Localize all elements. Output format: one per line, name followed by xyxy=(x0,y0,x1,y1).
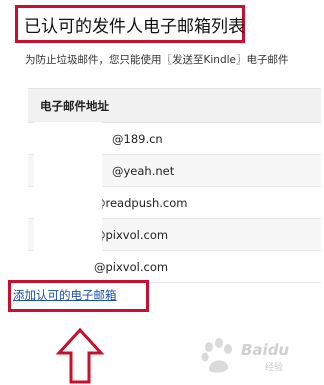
email-address: @189.cn xyxy=(112,131,163,146)
email-address: @pixvol.com xyxy=(94,227,169,242)
baidu-watermark: Baidu 经验 xyxy=(195,333,320,377)
email-address: @pixvol.com xyxy=(94,259,169,274)
up-arrow-icon xyxy=(55,327,105,384)
table-row: @pixvol.com xyxy=(28,251,321,283)
add-approved-email-link[interactable]: 添加认可的电子邮箱 xyxy=(13,287,117,303)
redaction-mask xyxy=(34,122,102,254)
watermark-brand: Baidu xyxy=(241,341,290,359)
email-column-header: 电子邮件地址 xyxy=(40,98,109,113)
watermark-sub: 经验 xyxy=(265,363,284,373)
paw-icon xyxy=(201,338,232,373)
email-address: @readpush.com xyxy=(94,195,188,210)
page-description: 为防止垃圾邮件，您只能使用〖发送至Kindle〗电子邮件 xyxy=(25,54,289,66)
table-header: 电子邮件地址 xyxy=(28,89,321,123)
page-title: 已认可的发件人电子邮箱列表 xyxy=(24,17,245,37)
email-address: @yeah.net xyxy=(112,163,175,178)
